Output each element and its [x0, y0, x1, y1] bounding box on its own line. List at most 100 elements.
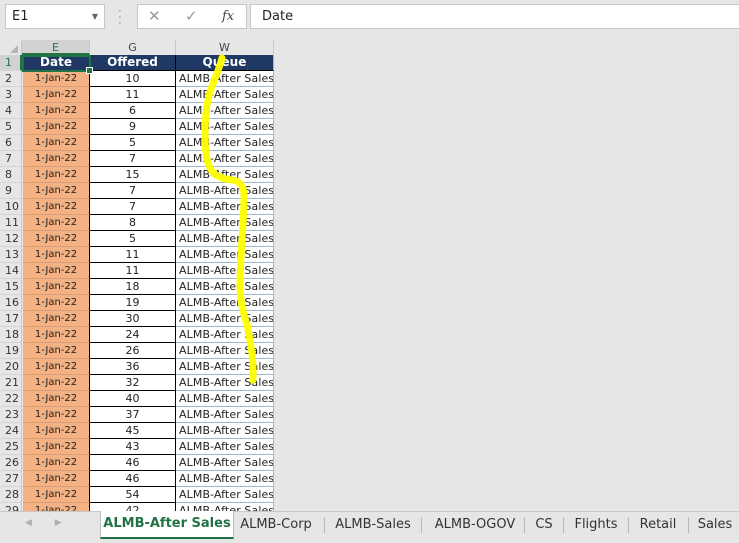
date-cell[interactable]: 1-Jan-22: [23, 183, 90, 199]
row-header[interactable]: 8: [0, 167, 22, 183]
row-header[interactable]: 12: [0, 231, 22, 247]
row-header[interactable]: 27: [0, 471, 22, 487]
header-cell-queue[interactable]: Queue: [176, 55, 274, 71]
sheet-tab-flights[interactable]: Flights: [566, 512, 626, 537]
offered-cell[interactable]: 11: [90, 263, 176, 279]
column-header-w[interactable]: W: [176, 40, 274, 55]
date-cell[interactable]: 1-Jan-22: [23, 167, 90, 183]
queue-cell[interactable]: ALMB-After Sales: [176, 391, 274, 407]
date-cell[interactable]: 1-Jan-22: [23, 311, 90, 327]
check-icon[interactable]: ✓: [185, 7, 198, 25]
insert-function-icon[interactable]: fx: [222, 9, 234, 24]
date-cell[interactable]: 1-Jan-22: [23, 359, 90, 375]
date-cell[interactable]: 1-Jan-22: [23, 119, 90, 135]
row-header[interactable]: 3: [0, 87, 22, 103]
row-header[interactable]: 10: [0, 199, 22, 215]
row-header[interactable]: 25: [0, 439, 22, 455]
queue-cell[interactable]: ALMB-After Sales: [176, 263, 274, 279]
date-cell[interactable]: 1-Jan-22: [23, 455, 90, 471]
sheet-tab-almb-sales[interactable]: ALMB-Sales: [328, 512, 418, 537]
offered-cell[interactable]: 11: [90, 247, 176, 263]
offered-cell[interactable]: 7: [90, 183, 176, 199]
sheet-tab-sales[interactable]: Sales: [691, 512, 739, 537]
queue-cell[interactable]: ALMB-After Sales: [176, 439, 274, 455]
row-header[interactable]: 4: [0, 103, 22, 119]
sheet-tab-almb-ogov[interactable]: ALMB-OGOV: [425, 512, 525, 537]
row-header[interactable]: 19: [0, 343, 22, 359]
row-header[interactable]: 21: [0, 375, 22, 391]
row-header[interactable]: 2: [0, 71, 22, 87]
row-header[interactable]: 20: [0, 359, 22, 375]
offered-cell[interactable]: 7: [90, 151, 176, 167]
header-cell-offered[interactable]: Offered: [90, 55, 176, 71]
date-cell[interactable]: 1-Jan-22: [23, 135, 90, 151]
sheet-tab-almb-after-sales[interactable]: ALMB-After Sales: [100, 511, 234, 539]
offered-cell[interactable]: 15: [90, 167, 176, 183]
offered-cell[interactable]: 40: [90, 391, 176, 407]
queue-cell[interactable]: ALMB-After Sales: [176, 487, 274, 503]
offered-cell[interactable]: 10: [90, 71, 176, 87]
row-header[interactable]: 17: [0, 311, 22, 327]
date-cell[interactable]: 1-Jan-22: [23, 103, 90, 119]
column-header-g[interactable]: G: [90, 40, 176, 55]
offered-cell[interactable]: 32: [90, 375, 176, 391]
date-cell[interactable]: 1-Jan-22: [23, 391, 90, 407]
scroll-tabs-right-icon[interactable]: ▶: [55, 518, 62, 528]
offered-cell[interactable]: 19: [90, 295, 176, 311]
date-cell[interactable]: 1-Jan-22: [23, 439, 90, 455]
offered-cell[interactable]: 43: [90, 439, 176, 455]
queue-cell[interactable]: ALMB-After Sales: [176, 311, 274, 327]
queue-cell[interactable]: ALMB-After Sales: [176, 215, 274, 231]
date-cell[interactable]: 1-Jan-22: [23, 231, 90, 247]
date-cell[interactable]: 1-Jan-22: [23, 423, 90, 439]
offered-cell[interactable]: 46: [90, 471, 176, 487]
date-cell[interactable]: 1-Jan-22: [23, 295, 90, 311]
queue-cell[interactable]: ALMB-After Sales: [176, 295, 274, 311]
date-cell[interactable]: 1-Jan-22: [23, 471, 90, 487]
sheet-tab-cs[interactable]: CS: [526, 512, 562, 537]
select-all-button[interactable]: [0, 40, 22, 55]
date-cell[interactable]: 1-Jan-22: [23, 343, 90, 359]
queue-cell[interactable]: ALMB-After Sales: [176, 407, 274, 423]
drag-handle-icon[interactable]: · · ·: [118, 5, 122, 29]
header-cell-date[interactable]: Date: [23, 55, 90, 71]
scroll-tabs-left-icon[interactable]: ◀: [25, 518, 32, 528]
offered-cell[interactable]: 26: [90, 343, 176, 359]
date-cell[interactable]: 1-Jan-22: [23, 327, 90, 343]
row-header[interactable]: 14: [0, 263, 22, 279]
row-header[interactable]: 6: [0, 135, 22, 151]
sheet-tab-retail[interactable]: Retail: [630, 512, 686, 537]
offered-cell[interactable]: 37: [90, 407, 176, 423]
queue-cell[interactable]: ALMB-After Sales: [176, 183, 274, 199]
queue-cell[interactable]: ALMB-After Sales: [176, 423, 274, 439]
row-header[interactable]: 9: [0, 183, 22, 199]
queue-cell[interactable]: ALMB-After Sales: [176, 471, 274, 487]
offered-cell[interactable]: 9: [90, 119, 176, 135]
row-header-1[interactable]: 1: [0, 55, 22, 71]
row-header[interactable]: 23: [0, 407, 22, 423]
offered-cell[interactable]: 24: [90, 327, 176, 343]
row-header[interactable]: 28: [0, 487, 22, 503]
date-cell[interactable]: 1-Jan-22: [23, 247, 90, 263]
row-header[interactable]: 16: [0, 295, 22, 311]
row-header[interactable]: 22: [0, 391, 22, 407]
offered-cell[interactable]: 5: [90, 231, 176, 247]
row-header[interactable]: 24: [0, 423, 22, 439]
offered-cell[interactable]: 6: [90, 103, 176, 119]
queue-cell[interactable]: ALMB-After Sales: [176, 199, 274, 215]
date-cell[interactable]: 1-Jan-22: [23, 215, 90, 231]
queue-cell[interactable]: ALMB-After Sales: [176, 167, 274, 183]
queue-cell[interactable]: ALMB-After Sales: [176, 375, 274, 391]
queue-cell[interactable]: ALMB-After Sales: [176, 327, 274, 343]
queue-cell[interactable]: ALMB-After Sales: [176, 119, 274, 135]
queue-cell[interactable]: ALMB-After Sales: [176, 231, 274, 247]
offered-cell[interactable]: 7: [90, 199, 176, 215]
queue-cell[interactable]: ALMB-After Sales: [176, 455, 274, 471]
name-box[interactable]: E1 ▼: [5, 4, 105, 29]
queue-cell[interactable]: ALMB-After Sales: [176, 279, 274, 295]
offered-cell[interactable]: 46: [90, 455, 176, 471]
row-header[interactable]: 11: [0, 215, 22, 231]
queue-cell[interactable]: ALMB-After Sales: [176, 247, 274, 263]
date-cell[interactable]: 1-Jan-22: [23, 199, 90, 215]
offered-cell[interactable]: 30: [90, 311, 176, 327]
